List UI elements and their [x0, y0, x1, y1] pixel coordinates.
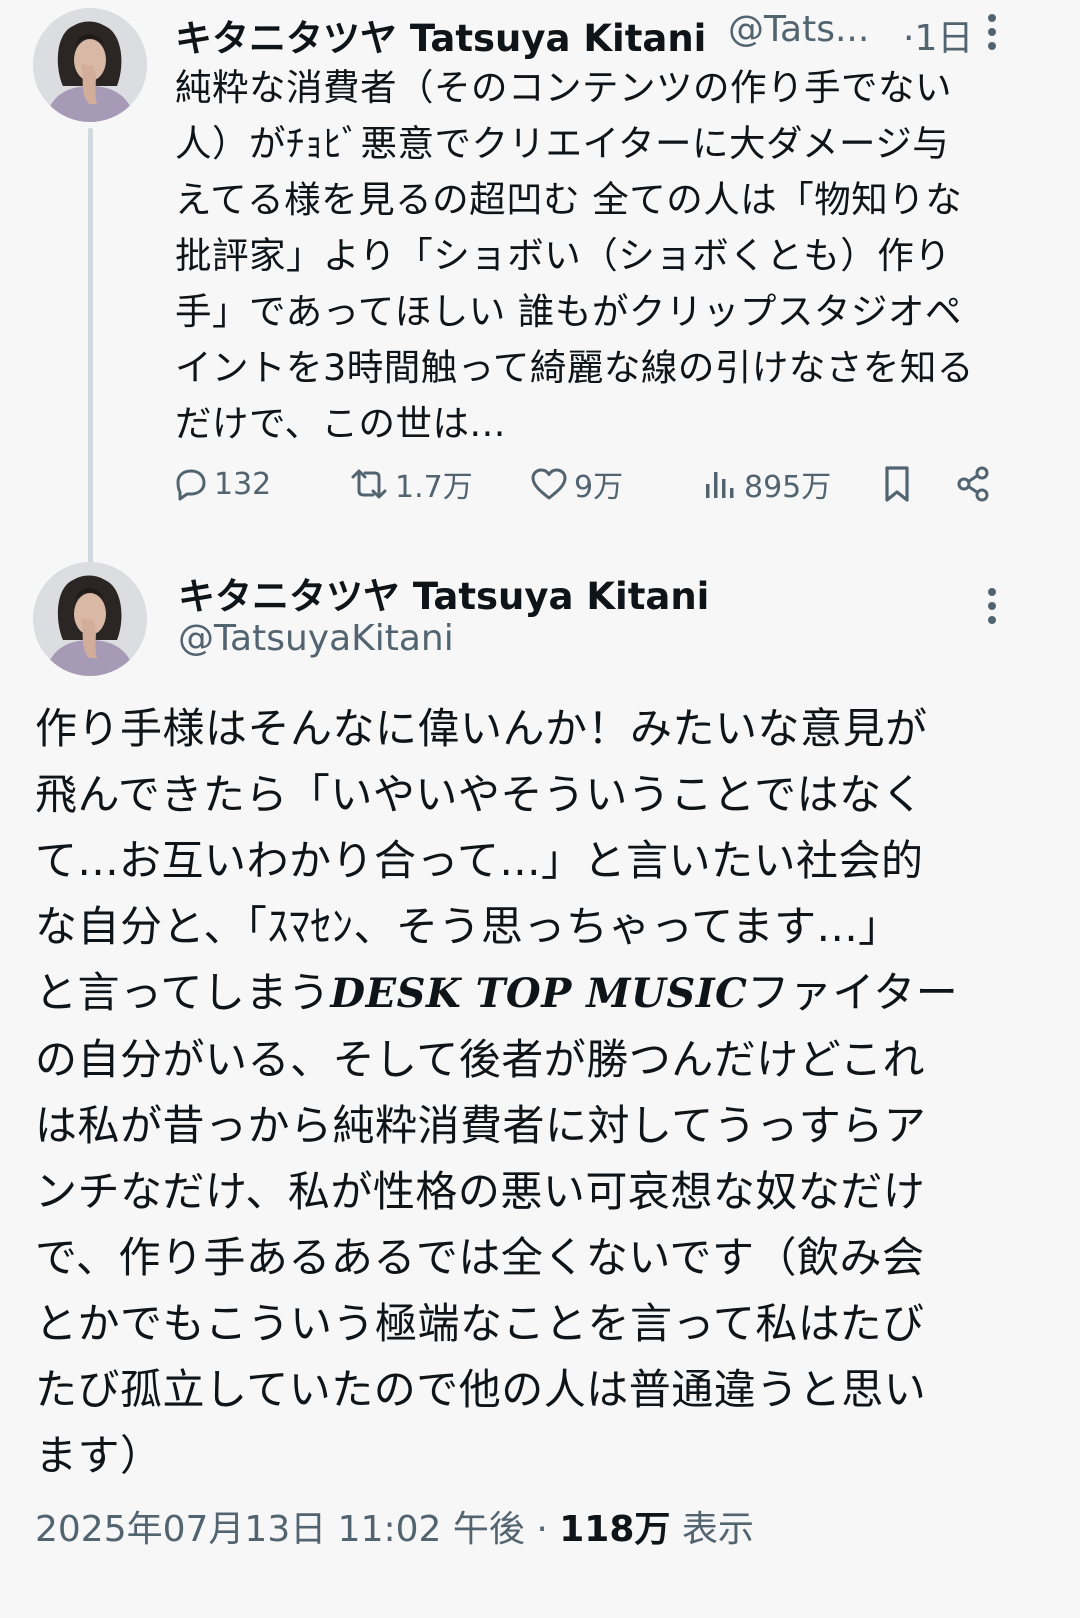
tweet-text-part: ファイター の自分がいる、そして後者が勝つんだけどこれ は私が昔っから純粋消費者… — [35, 968, 959, 1480]
tweet-text-emphasis: DESK TOP MUSIC — [330, 970, 748, 1017]
more-options-icon[interactable] — [983, 12, 1001, 52]
bookmark-button[interactable] — [877, 456, 921, 512]
more-options-icon[interactable] — [983, 586, 1001, 626]
avatar-image — [33, 8, 147, 122]
avatar[interactable] — [33, 562, 147, 676]
retweet-button[interactable]: 1.7万 — [347, 456, 473, 512]
user-handle[interactable]: @TatsuyaKitani — [178, 618, 454, 659]
reply-icon — [176, 469, 206, 501]
user-handle[interactable]: @Tats... — [728, 9, 869, 50]
tweet-text: 純粋な消費者（そのコンテンツの作り手でない 人）がﾁｮﾋﾞ悪意でクリエイターに大… — [175, 66, 974, 445]
views-count: 895万 — [744, 470, 832, 505]
view-label: 表示 — [670, 1509, 754, 1550]
tweet-header: キタニタツヤ Tatsuya Kitani @Tats... ·1日 — [175, 4, 1045, 62]
display-name[interactable]: キタニタツヤ Tatsuya Kitani — [178, 566, 709, 620]
like-count: 9万 — [574, 470, 624, 505]
separator-dot: · — [903, 18, 915, 59]
retweet-icon — [351, 469, 387, 499]
thread-connector-line — [88, 128, 93, 580]
tweet-metadata: 2025年07月13日 11:02 午後 · 118万 表示 — [35, 1500, 754, 1552]
avatar[interactable] — [33, 8, 147, 122]
display-name[interactable]: キタニタツヤ Tatsuya Kitani — [175, 8, 706, 62]
avatar-image — [33, 562, 147, 676]
heart-icon — [531, 468, 567, 500]
post-datetime[interactable]: 2025年07月13日 11:02 午後 — [35, 1509, 525, 1550]
reply-count: 132 — [214, 466, 272, 502]
reply-button[interactable]: 132 — [170, 456, 271, 512]
bookmark-icon — [885, 466, 909, 502]
share-button[interactable] — [952, 456, 1000, 512]
share-icon — [957, 466, 989, 502]
views-button[interactable]: 895万 — [702, 456, 831, 512]
view-count: 118万 — [559, 1509, 671, 1550]
like-button[interactable]: 9万 — [528, 456, 623, 512]
separator-dot: · — [524, 1509, 560, 1550]
tweet-text: 作り手様はそんなに偉いんか！みたいな意見が 飛んできたら「いやいやそういうことで… — [35, 696, 1045, 1489]
tweet-actions: 132 1.7万 9万 895万 — [170, 456, 1030, 512]
time-label: 1日 — [914, 18, 974, 59]
timestamp[interactable]: ·1日 — [903, 9, 973, 61]
retweet-count: 1.7万 — [395, 470, 473, 505]
views-icon — [706, 472, 734, 498]
